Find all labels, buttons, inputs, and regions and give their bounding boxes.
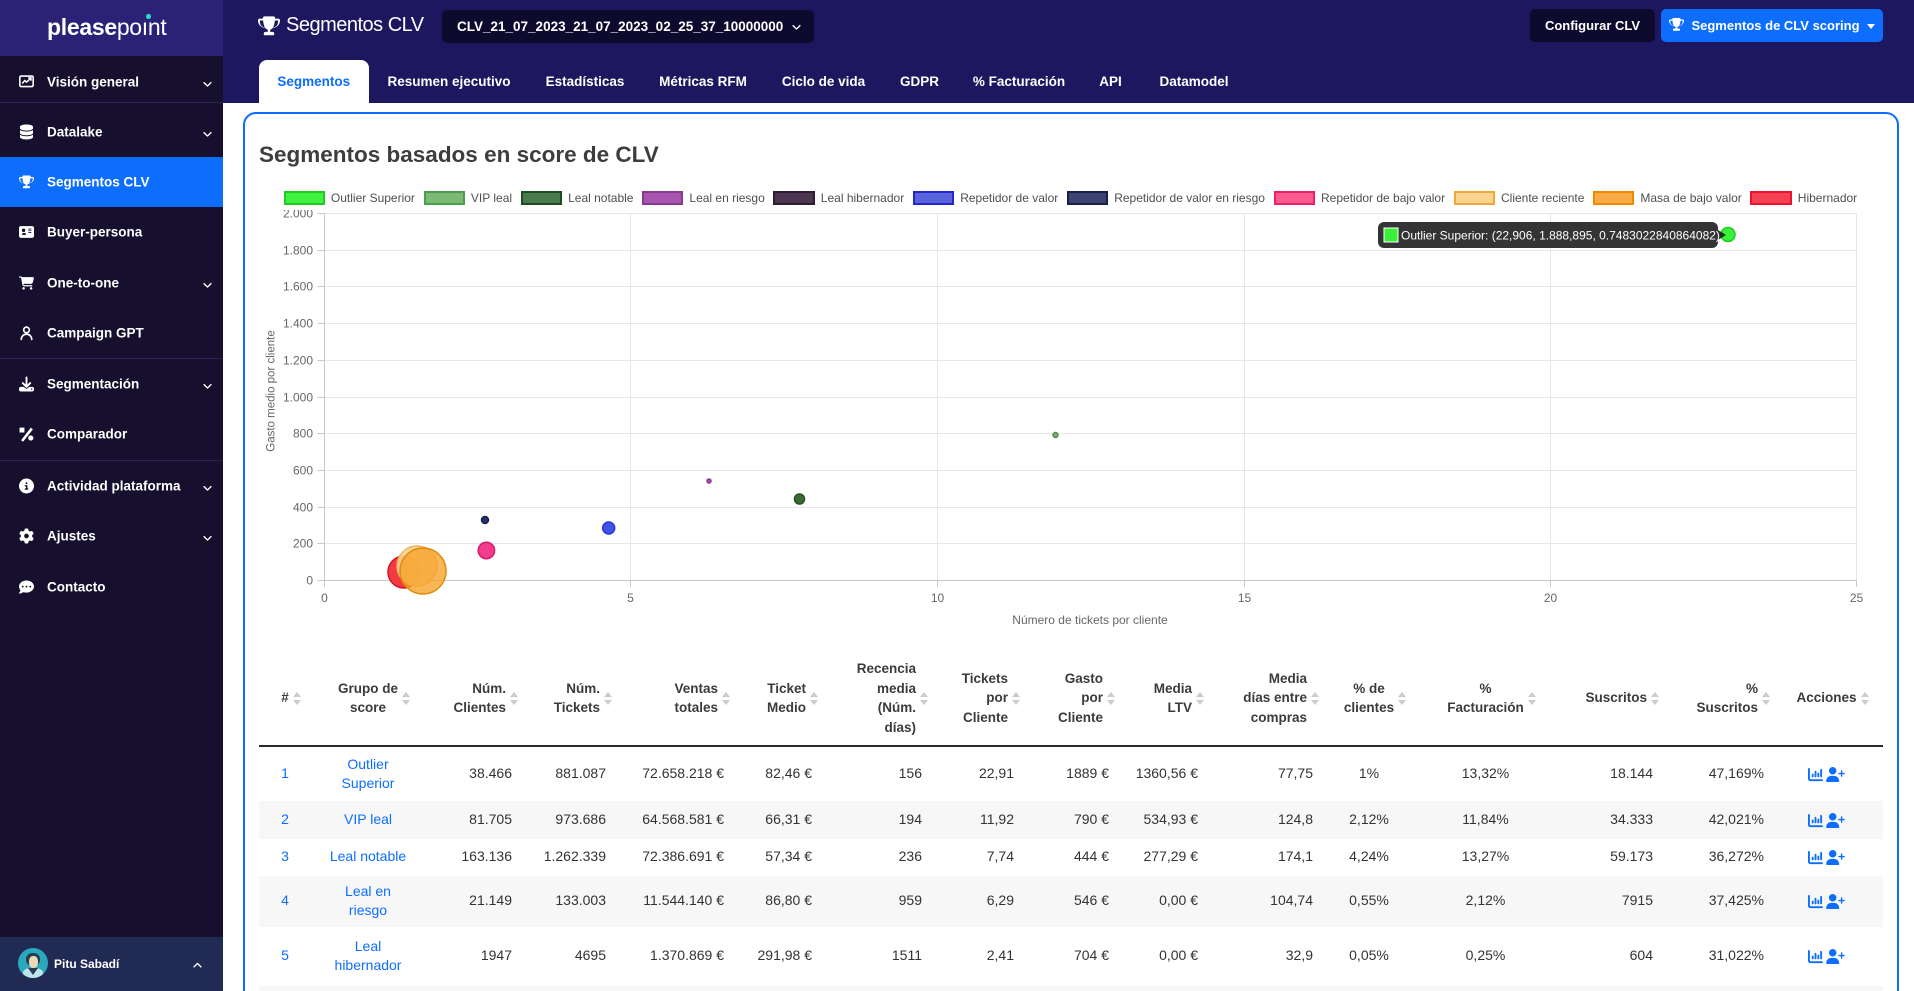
svg-text:1.600: 1.600 <box>283 280 313 294</box>
svg-text:Gasto medio por cliente: Gasto medio por cliente <box>266 330 278 451</box>
svg-text:800: 800 <box>293 427 313 441</box>
svg-text:2.000: 2.000 <box>283 210 313 221</box>
svg-text:0: 0 <box>306 574 313 588</box>
svg-text:10: 10 <box>931 591 945 605</box>
svg-text:5: 5 <box>627 591 634 605</box>
svg-text:Outlier Superior: (22,906, 1.8: Outlier Superior: (22,906, 1.888,895, 0.… <box>1401 229 1720 243</box>
svg-text:1.000: 1.000 <box>283 391 313 405</box>
svg-text:200: 200 <box>293 537 313 551</box>
svg-text:20: 20 <box>1544 591 1558 605</box>
svg-text:1.200: 1.200 <box>283 354 313 368</box>
svg-text:Número de tickets por cliente: Número de tickets por cliente <box>1012 613 1168 627</box>
svg-text:1.800: 1.800 <box>283 244 313 258</box>
svg-text:600: 600 <box>293 464 313 478</box>
svg-text:0: 0 <box>321 591 328 605</box>
svg-text:25: 25 <box>1850 591 1864 605</box>
svg-text:15: 15 <box>1238 591 1252 605</box>
svg-text:1.400: 1.400 <box>283 317 313 331</box>
svg-text:400: 400 <box>293 501 313 515</box>
